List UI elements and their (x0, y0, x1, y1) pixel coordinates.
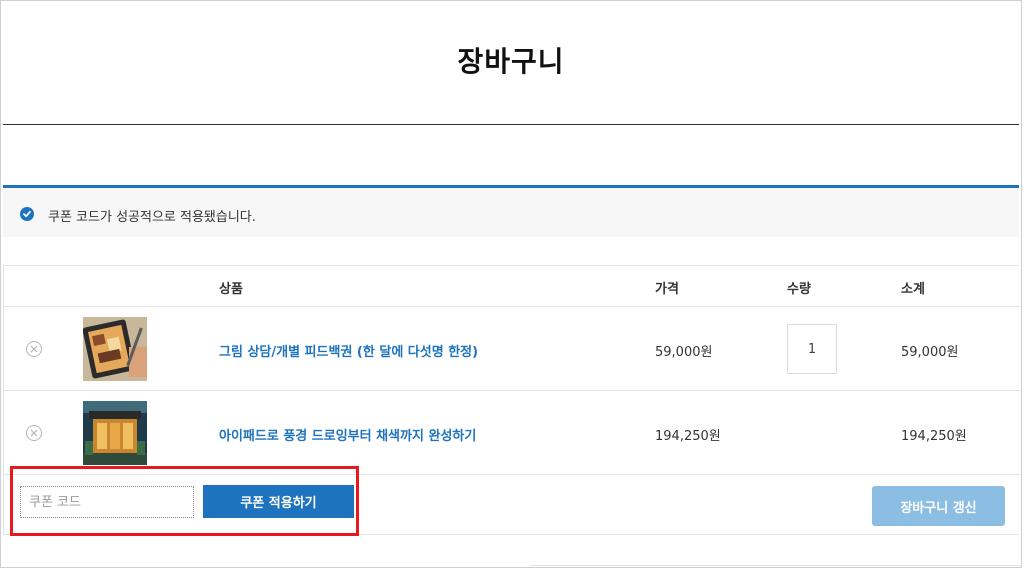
page-title: 장바구니 (457, 45, 565, 78)
remove-item-icon[interactable] (26, 425, 42, 441)
item-price: 194,250원 (655, 429, 721, 444)
coupon-code-input[interactable] (20, 486, 194, 518)
bottom-divider (530, 565, 1022, 566)
product-thumbnail[interactable] (83, 401, 147, 465)
item-subtotal: 59,000원 (901, 345, 959, 360)
item-subtotal: 194,250원 (901, 429, 967, 444)
cart-table: 상품 가격 수량 소계 그림 상담/개별 피드백권 (한 달에 다섯명 한정) … (3, 265, 1020, 535)
table-row: 그림 상담/개별 피드백권 (한 달에 다섯명 한정) 59,000원 59,0… (4, 307, 1020, 391)
remove-item-icon[interactable] (26, 341, 42, 357)
coupon-success-notice: 쿠폰 코드가 성공적으로 적용됐습니다. (3, 185, 1019, 237)
header-product: 상품 (219, 282, 243, 297)
product-link[interactable]: 그림 상담/개별 피드백권 (한 달에 다섯명 한정) (219, 341, 478, 360)
title-divider (3, 124, 1019, 125)
product-thumbnail[interactable] (83, 317, 147, 381)
notice-message: 쿠폰 코드가 성공적으로 적용됐습니다. (48, 210, 256, 225)
item-price: 59,000원 (655, 345, 713, 360)
table-row: 아이패드로 풍경 드로잉부터 채색까지 완성하기 194,250원 194,25… (4, 391, 1020, 475)
table-header: 상품 가격 수량 소계 (4, 266, 1020, 307)
quantity-input[interactable] (787, 324, 837, 374)
apply-coupon-button[interactable]: 쿠폰 적용하기 (203, 485, 354, 518)
product-link[interactable]: 아이패드로 풍경 드로잉부터 채색까지 완성하기 (219, 425, 476, 444)
header-subtotal: 소계 (901, 282, 925, 297)
check-circle-icon (20, 207, 34, 221)
update-cart-button[interactable]: 장바구니 갱신 (872, 486, 1005, 526)
header-price: 가격 (655, 282, 679, 297)
header-quantity: 수량 (787, 282, 811, 297)
cart-actions: 쿠폰 적용하기 장바구니 갱신 (4, 475, 1020, 535)
